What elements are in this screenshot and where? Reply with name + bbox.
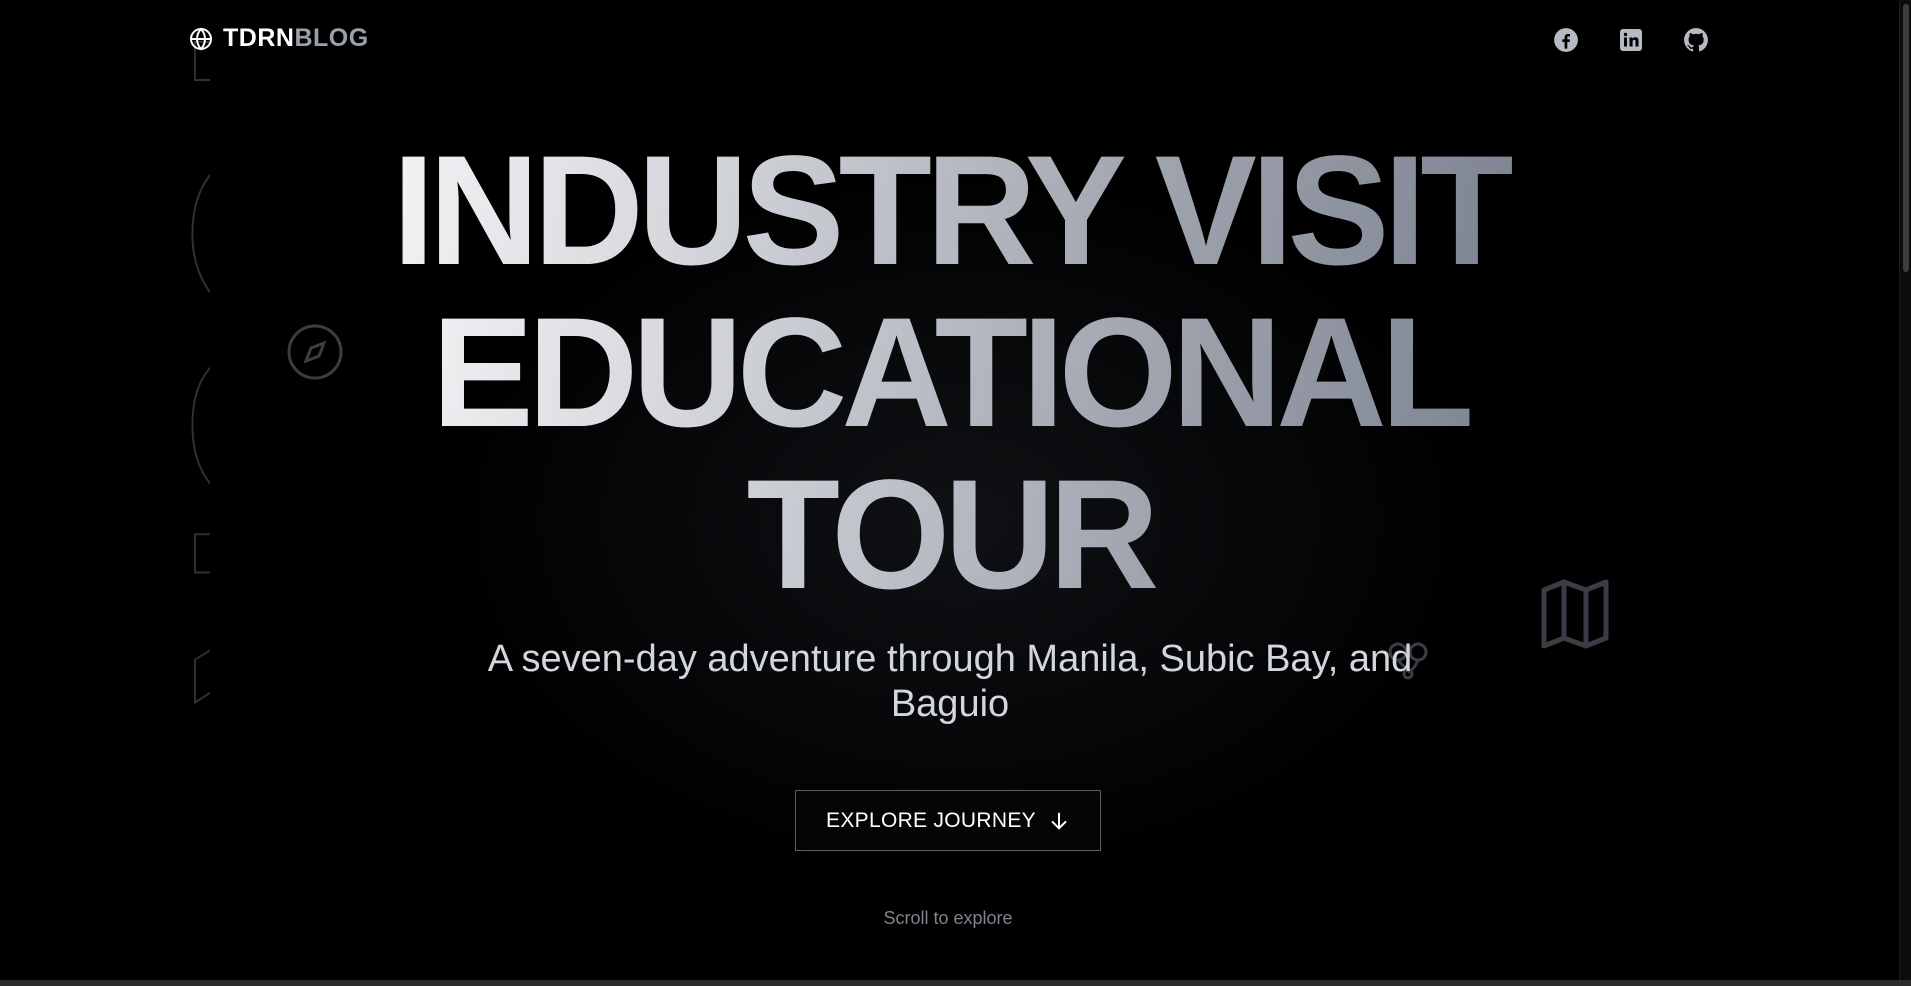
- github-icon: [1683, 27, 1709, 53]
- linkedin-link[interactable]: [1617, 26, 1645, 54]
- hero-title-line-3: TOUR: [264, 454, 1636, 616]
- watermark-text: TOUR: [137, 0, 210, 704]
- logo-text-primary: TDRN: [223, 24, 295, 52]
- logo-text-secondary: BLOG: [294, 24, 369, 52]
- hero-title: INDUSTRY VISIT EDUCATIONAL TOUR: [264, 130, 1636, 616]
- watermark-tour: TOUR: [138, 0, 210, 703]
- hero-subtitle: A seven-day adventure through Manila, Su…: [487, 638, 1413, 725]
- page-scrollbar[interactable]: [1899, 0, 1911, 980]
- scroll-hint: Scroll to explore: [883, 908, 1013, 928]
- logo-text: TDRNBLOG: [223, 24, 369, 53]
- hero-section: TOUR TDRNBLOG INDUSTRY VISIT EDUCATIONAL…: [0, 0, 1900, 980]
- explore-journey-button[interactable]: EXPLORE JOURNEY: [795, 790, 1101, 851]
- window-bottom-edge: [0, 980, 1911, 986]
- facebook-link[interactable]: [1552, 26, 1580, 54]
- facebook-icon: [1553, 27, 1579, 53]
- hero-title-line-2: EDUCATIONAL: [264, 292, 1636, 454]
- globe-icon: [189, 27, 213, 51]
- github-link[interactable]: [1682, 26, 1710, 54]
- arrow-down-icon: [1048, 810, 1070, 832]
- site-logo[interactable]: TDRNBLOG: [189, 24, 369, 53]
- scrollbar-thumb[interactable]: [1903, 4, 1909, 272]
- hero-title-line-1: INDUSTRY VISIT: [264, 130, 1636, 292]
- linkedin-icon: [1619, 28, 1643, 52]
- explore-journey-label: EXPLORE JOURNEY: [826, 808, 1036, 832]
